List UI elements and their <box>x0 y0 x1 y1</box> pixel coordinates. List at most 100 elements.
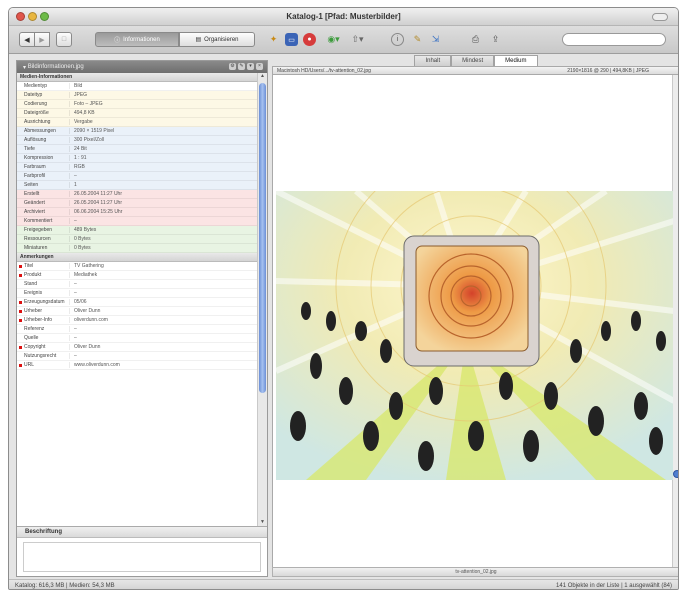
metadata-row[interactable]: Codierung Foto – JPEG <box>17 100 257 109</box>
metadata-row[interactable]: Geändert 26.05.2004 11:27 Uhr <box>17 199 257 208</box>
metadata-row[interactable]: Urheber-Info oliverdunn.com <box>17 316 257 325</box>
metadata-value[interactable]: oliverdunn.com <box>69 317 257 323</box>
image-viewer[interactable] <box>272 75 674 567</box>
monitor-icon[interactable]: ▭ <box>285 33 298 46</box>
upload-icon[interactable]: ⇪ <box>489 33 502 46</box>
tab-medium[interactable]: Medium <box>494 55 538 66</box>
label-color-icon[interactable]: ◉▾ <box>327 33 340 46</box>
metadata-value[interactable]: – <box>69 290 257 296</box>
metadata-key: URL <box>17 362 69 368</box>
metadata-value[interactable]: 489 Bytes <box>69 227 257 233</box>
information-mode-button[interactable]: ⓘ Informationen <box>95 32 179 47</box>
metadata-value[interactable]: – <box>69 218 257 224</box>
caption-section-header[interactable]: Beschriftung <box>17 526 267 538</box>
metadata-key-label: Quelle <box>24 335 39 341</box>
metadata-row[interactable]: Referenz – <box>17 325 257 334</box>
viewer-scrollbar[interactable] <box>673 75 678 567</box>
metadata-value[interactable]: 24 Bit <box>69 146 257 152</box>
metadata-row[interactable]: Ereignis – <box>17 289 257 298</box>
wand-icon[interactable]: ✦ <box>267 33 280 46</box>
metadata-row[interactable]: Farbraum RGB <box>17 163 257 172</box>
metadata-section-header[interactable]: Anmerkungen <box>17 253 257 262</box>
share-icon[interactable]: ⇧▾ <box>351 33 364 46</box>
metadata-row[interactable]: Nutzungsrecht – <box>17 352 257 361</box>
metadata-row[interactable]: Miniaturen 0 Bytes <box>17 244 257 253</box>
metadata-row[interactable]: Freigegeben 489 Bytes <box>17 226 257 235</box>
metadata-row[interactable]: Dateityp JPEG <box>17 91 257 100</box>
metadata-value[interactable]: 2090 × 1519 Pixel <box>69 128 257 134</box>
tab-mindest[interactable]: Mindest <box>451 55 495 66</box>
panel-edit-icon[interactable]: ✎ <box>238 63 245 70</box>
metadata-row[interactable]: Farbprofil – <box>17 172 257 181</box>
metadata-value[interactable]: 494,8 KB <box>69 110 257 116</box>
caption-text-field[interactable] <box>23 542 261 572</box>
metadata-value[interactable]: 300 Pixel/Zoll <box>69 137 257 143</box>
toolbar-toggle-button[interactable] <box>652 13 668 21</box>
metadata-value[interactable]: 26.05.2004 11:27 Uhr <box>69 191 257 197</box>
metadata-value[interactable]: Oliver Dunn <box>69 344 257 350</box>
metadata-value[interactable]: Vergabe <box>69 119 257 125</box>
metadata-value[interactable]: 1 : 91 <box>69 155 257 161</box>
metadata-value[interactable]: 0 Bytes <box>69 245 257 251</box>
metadata-value[interactable]: www.oliverdunn.com <box>69 362 257 368</box>
edit-tool-icon[interactable]: ✎ <box>411 33 424 46</box>
metadata-row[interactable]: Archiviert 06.06.2004 15:25 Uhr <box>17 208 257 217</box>
metadata-value[interactable]: – <box>69 281 257 287</box>
print-icon[interactable]: ⎙ <box>469 33 482 46</box>
search-input[interactable] <box>562 33 666 46</box>
forward-button[interactable]: ▶ <box>34 32 50 47</box>
metadata-row[interactable]: Erstellt 26.05.2004 11:27 Uhr <box>17 190 257 199</box>
metadata-value[interactable]: 0 Bytes <box>69 236 257 242</box>
scroll-position-marker[interactable] <box>673 470 678 478</box>
metadata-value[interactable]: TV Gathering <box>69 263 257 269</box>
metadata-row[interactable]: Ausrichtung Vergabe <box>17 118 257 127</box>
metadata-row[interactable]: Urheber Oliver Dunn <box>17 307 257 316</box>
metadata-row[interactable]: Auflösung 300 Pixel/Zoll <box>17 136 257 145</box>
metadata-value[interactable]: – <box>69 173 257 179</box>
metadata-value[interactable]: RGB <box>69 164 257 170</box>
panel-more-icon[interactable]: ▾ <box>247 63 254 70</box>
metadata-row[interactable]: URL www.oliverdunn.com <box>17 361 257 370</box>
metadata-scrollbar[interactable]: ▲ ▼ <box>257 73 267 526</box>
metadata-value[interactable]: 05/06 <box>69 299 257 305</box>
metadata-row[interactable]: Dateigröße 494,8 KB <box>17 109 257 118</box>
metadata-value[interactable]: 26.05.2004 11:27 Uhr <box>69 200 257 206</box>
info-panel-icon[interactable]: i <box>391 33 404 46</box>
back-button[interactable]: ◀ <box>19 32 35 47</box>
metadata-value[interactable]: – <box>69 326 257 332</box>
metadata-value[interactable]: – <box>69 335 257 341</box>
metadata-row[interactable]: Erzeugungsdatum 05/06 <box>17 298 257 307</box>
metadata-row[interactable]: Quelle – <box>17 334 257 343</box>
organize-mode-button[interactable]: ▤ Organisieren <box>179 32 255 47</box>
panel-close-icon[interactable]: × <box>256 63 263 70</box>
metadata-row[interactable]: Titel TV Gathering <box>17 262 257 271</box>
metadata-section-header[interactable]: Medien-Informationen <box>17 73 257 82</box>
metadata-row[interactable]: Ressourcen 0 Bytes <box>17 235 257 244</box>
metadata-value[interactable]: – <box>69 353 257 359</box>
panel-options-icon[interactable]: ⚙ <box>229 63 236 70</box>
metadata-value[interactable]: Bild <box>69 83 257 89</box>
scroll-down-icon[interactable]: ▼ <box>259 519 266 526</box>
metadata-value[interactable]: Oliver Dunn <box>69 308 257 314</box>
metadata-row[interactable]: Kompression 1 : 91 <box>17 154 257 163</box>
metadata-value[interactable]: 1 <box>69 182 257 188</box>
metadata-row[interactable]: Kommentiert – <box>17 217 257 226</box>
export-icon[interactable]: ⇲ <box>429 33 442 46</box>
scroll-up-icon[interactable]: ▲ <box>259 73 266 80</box>
stop-icon[interactable]: ● <box>303 33 316 46</box>
scroll-thumb[interactable] <box>259 83 266 393</box>
metadata-row[interactable]: Copyright Oliver Dunn <box>17 343 257 352</box>
metadata-key: Copyright <box>17 344 69 350</box>
view-mode-button[interactable]: □ <box>56 32 72 47</box>
metadata-row[interactable]: Seiten 1 <box>17 181 257 190</box>
metadata-value[interactable]: JPEG <box>69 92 257 98</box>
metadata-value[interactable]: Mediathek <box>69 272 257 278</box>
metadata-row[interactable]: Produkt Mediathek <box>17 271 257 280</box>
metadata-value[interactable]: Foto – JPEG <box>69 101 257 107</box>
metadata-row[interactable]: Stand – <box>17 280 257 289</box>
metadata-row[interactable]: Medientyp Bild <box>17 82 257 91</box>
metadata-value[interactable]: 06.06.2004 15:25 Uhr <box>69 209 257 215</box>
metadata-row[interactable]: Tiefe 24 Bit <box>17 145 257 154</box>
metadata-row[interactable]: Abmessungen 2090 × 1519 Pixel <box>17 127 257 136</box>
tab-inhalt[interactable]: Inhalt <box>414 55 452 66</box>
